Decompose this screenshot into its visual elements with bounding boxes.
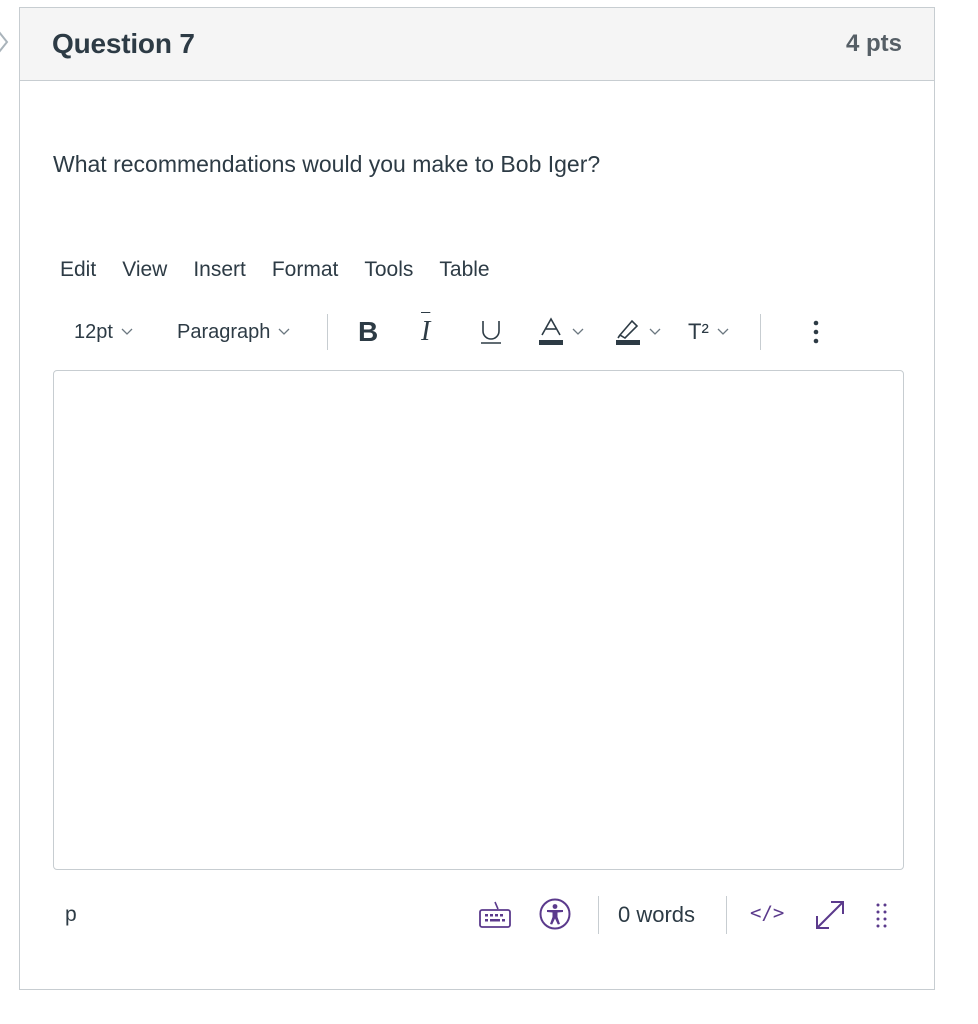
block-format-value: Paragraph — [177, 320, 271, 343]
menu-view[interactable]: View — [122, 258, 167, 286]
question-header: Question 7 4 pts — [20, 8, 934, 81]
chevron-right-icon — [0, 31, 9, 53]
font-size-select[interactable]: 12pt — [74, 310, 133, 354]
block-format-select[interactable]: Paragraph — [177, 310, 290, 354]
chevron-down-icon — [572, 328, 584, 335]
italic-button[interactable]: I — [421, 310, 430, 354]
editor-menubar: Edit View Insert Format Tools Table — [60, 258, 516, 286]
chevron-down-icon — [121, 328, 133, 335]
resize-handle-icon[interactable] — [875, 902, 889, 930]
font-size-value: 12pt — [74, 320, 113, 343]
chevron-down-icon — [717, 328, 729, 335]
rich-text-editor-area[interactable] — [53, 370, 904, 870]
toolbar-divider — [327, 314, 328, 350]
menu-table[interactable]: Table — [439, 258, 489, 286]
editor-statusbar: p 0 words </> — [53, 888, 904, 944]
menu-format[interactable]: Format — [272, 258, 339, 286]
word-count[interactable]: 0 words — [618, 902, 695, 928]
statusbar-divider — [726, 896, 727, 934]
question-points: 4 pts — [845, 30, 902, 57]
menu-tools[interactable]: Tools — [364, 258, 413, 286]
statusbar-divider — [598, 896, 599, 934]
editor-toolbar: 12pt Paragraph B I T² — [60, 310, 820, 354]
text-color-button[interactable] — [538, 310, 584, 354]
more-options-icon — [813, 320, 819, 344]
menu-insert[interactable]: Insert — [193, 258, 246, 286]
bold-button[interactable]: B — [358, 310, 378, 354]
toolbar-divider — [760, 314, 761, 350]
fullscreen-icon[interactable] — [813, 898, 847, 932]
chevron-down-icon — [649, 328, 661, 335]
superscript-icon: T² — [688, 319, 709, 344]
accessibility-icon[interactable] — [538, 897, 572, 931]
underline-icon — [481, 321, 501, 344]
superscript-button[interactable]: T² — [688, 310, 729, 354]
highlight-icon — [616, 319, 640, 345]
highlight-color-button[interactable] — [615, 310, 661, 354]
bold-icon: B — [358, 316, 379, 347]
more-options-button[interactable] — [812, 310, 820, 354]
question-prompt: What recommendations would you make to B… — [53, 151, 601, 177]
keyboard-icon[interactable] — [478, 900, 512, 930]
question-card: Question 7 4 pts What recommendations wo… — [19, 7, 935, 990]
element-path[interactable]: p — [65, 903, 77, 927]
html-editor-button[interactable]: </> — [750, 902, 784, 924]
text-color-icon — [539, 317, 563, 345]
chevron-down-icon — [278, 328, 290, 335]
italic-icon: I — [421, 316, 431, 347]
question-title: Question 7 — [52, 28, 195, 59]
menu-edit[interactable]: Edit — [60, 258, 96, 286]
underline-button[interactable] — [480, 310, 502, 354]
